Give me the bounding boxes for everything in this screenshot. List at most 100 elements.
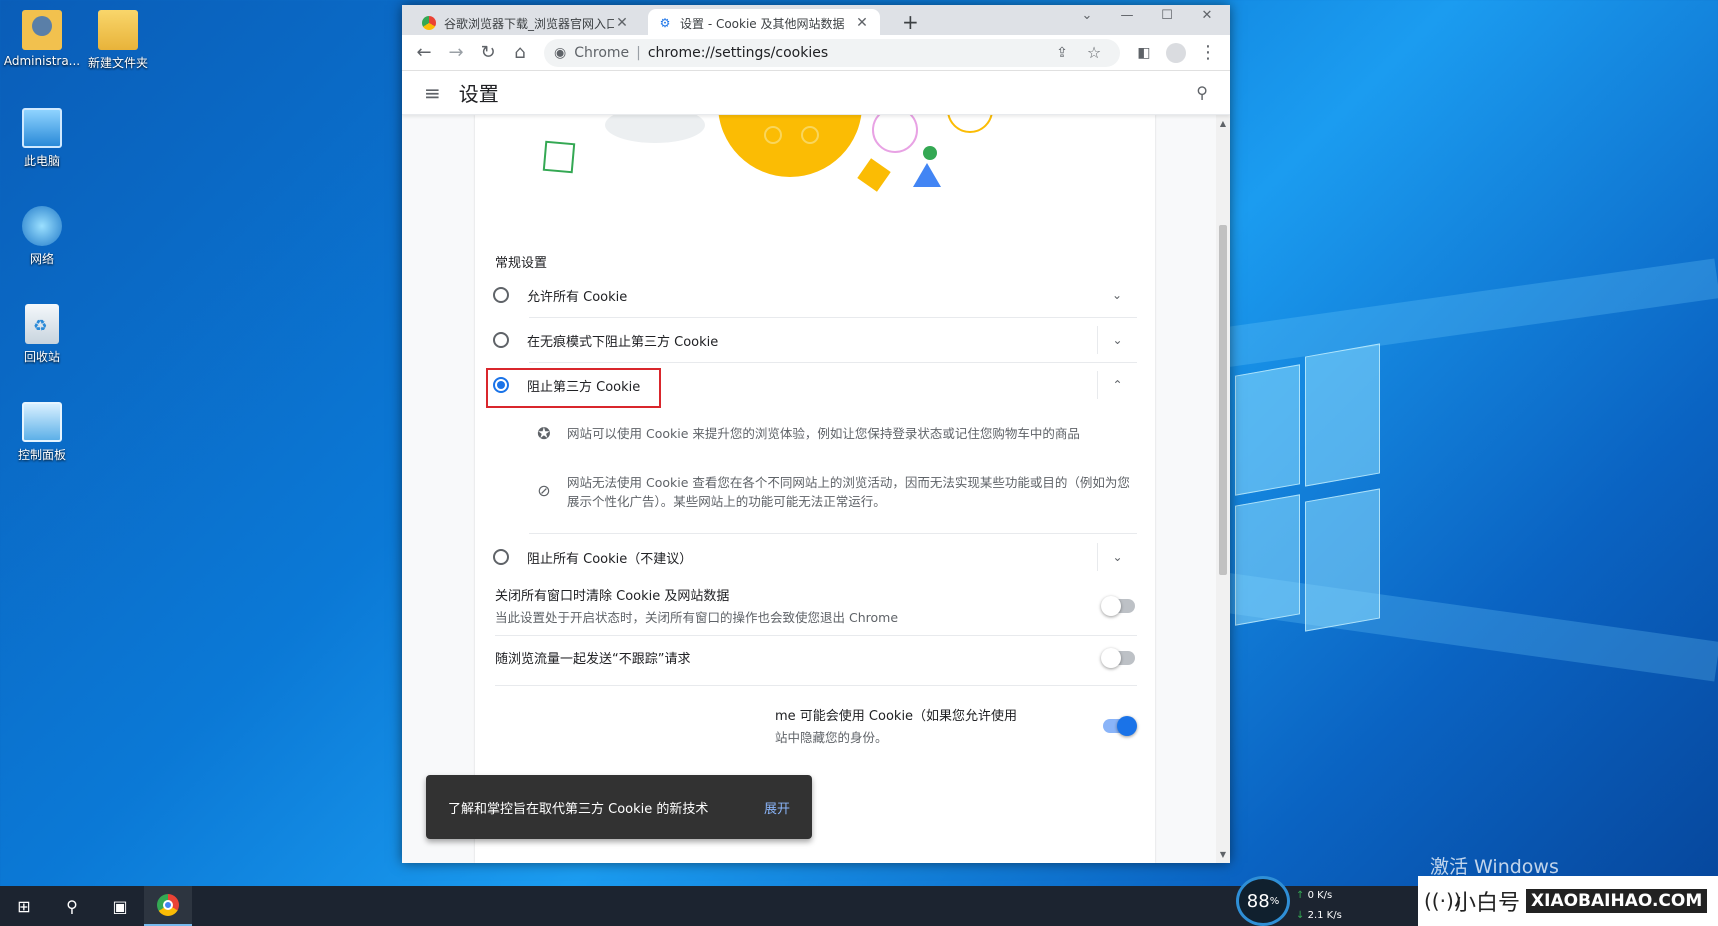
taskbar-chrome-icon[interactable] bbox=[144, 886, 192, 926]
recycle-bin-icon: ♻ bbox=[25, 304, 59, 344]
user-folder-icon bbox=[22, 10, 62, 50]
desktop-icon-label: 网络 bbox=[29, 252, 54, 266]
chrome-site-icon: ◉ bbox=[554, 44, 567, 61]
setting-title: 随浏览流量一起发送“不跟踪”请求 bbox=[495, 652, 691, 667]
toggle-partial-setting[interactable] bbox=[1103, 715, 1137, 736]
desktop-icon-control-panel[interactable]: 控制面板 bbox=[0, 402, 84, 463]
row-divider bbox=[529, 533, 1137, 534]
watermark-brand: ((·)) 小白号 XIAOBAIHAO.COM bbox=[1418, 876, 1718, 926]
maximize-button[interactable]: ☐ bbox=[1147, 8, 1187, 23]
red-highlight-box bbox=[486, 368, 661, 408]
desktop-icon-new-folder[interactable]: 新建文件夹 bbox=[76, 10, 160, 71]
option-block-all-cookies[interactable]: 阻止所有 Cookie（不建议） ⌄ bbox=[493, 535, 1137, 579]
site-chip: Chrome bbox=[574, 44, 630, 61]
home-icon[interactable]: ⌂ bbox=[504, 37, 536, 69]
desktop-icon-label: 此电脑 bbox=[23, 154, 60, 168]
chrome-icon bbox=[422, 16, 436, 30]
side-panel-icon[interactable]: ◧ bbox=[1128, 37, 1160, 69]
row-divider bbox=[495, 685, 1137, 686]
toggle-do-not-track[interactable] bbox=[1101, 647, 1135, 668]
chevron-down-icon[interactable]: ⌄ bbox=[1097, 543, 1137, 571]
scroll-down-arrow-icon[interactable]: ▼ bbox=[1216, 850, 1230, 859]
desktop-icon-network[interactable]: 网络 bbox=[0, 206, 84, 267]
option-allow-all-cookies[interactable]: 允许所有 Cookie ⌄ bbox=[493, 273, 1137, 317]
setting-description: 站中隐藏您的身份。 bbox=[775, 730, 888, 745]
scrollbar-thumb[interactable] bbox=[1219, 225, 1227, 575]
desktop-icon-label: 控制面板 bbox=[17, 448, 66, 462]
activate-windows-watermark: 激活 Windows bbox=[1430, 856, 1559, 878]
row-divider bbox=[495, 635, 1137, 636]
cpu-unit: % bbox=[1269, 895, 1280, 907]
option-label: 允许所有 Cookie bbox=[527, 289, 628, 305]
tab-search-icon[interactable]: ⌄ bbox=[1067, 8, 1107, 23]
tab-chrome-download[interactable]: 谷歌浏览器下载_浏览器官网入口 ✕ bbox=[412, 9, 640, 37]
setting-clear-on-exit: 关闭所有窗口时清除 Cookie 及网站数据 当此设置处于开启状态时，关闭所有窗… bbox=[495, 585, 1135, 626]
desktop-icon-administrator[interactable]: Administra... bbox=[0, 10, 84, 68]
tab-title: 设置 - Cookie 及其他网站数据 bbox=[680, 16, 845, 31]
folder-icon bbox=[98, 10, 138, 50]
control-panel-icon bbox=[22, 402, 62, 442]
windows-start-icon[interactable]: ⊞ bbox=[0, 886, 48, 926]
network-icon bbox=[22, 206, 62, 246]
setting-title: 关闭所有窗口时清除 Cookie 及网站数据 bbox=[495, 589, 730, 604]
network-monitor-widget[interactable]: 88% ↑ 0 K/s ↓ 2.1 K/s bbox=[1236, 876, 1356, 926]
cookie-settings-card: 常规设置 允许所有 Cookie ⌄ 在无痕模式下阻止第三方 Cookie ⌄ … bbox=[475, 115, 1155, 863]
new-tab-button[interactable]: + bbox=[902, 10, 919, 34]
scroll-up-arrow-icon[interactable]: ▲ bbox=[1216, 119, 1230, 128]
hamburger-menu-icon[interactable]: ≡ bbox=[424, 81, 441, 105]
desktop-icon-this-pc[interactable]: 此电脑 bbox=[0, 108, 84, 169]
tab-title: 谷歌浏览器下载_浏览器官网入口 bbox=[444, 16, 614, 31]
omnibox-separator: | bbox=[636, 44, 641, 61]
tab-strip: 谷歌浏览器下载_浏览器官网入口 ✕ ⚙ 设置 - Cookie 及其他网站数据 … bbox=[402, 5, 1230, 37]
windows-logo-wallpaper bbox=[1235, 343, 1385, 650]
computer-icon bbox=[22, 108, 62, 148]
chevron-up-icon[interactable]: ⌃ bbox=[1097, 371, 1137, 399]
bookmark-star-icon[interactable]: ☆ bbox=[1078, 37, 1110, 69]
forward-icon[interactable]: → bbox=[440, 37, 472, 69]
option-block-third-party-incognito[interactable]: 在无痕模式下阻止第三方 Cookie ⌄ bbox=[493, 318, 1137, 362]
browser-toolbar: ← → ↻ ⌂ ◉ Chrome | chrome://settings/coo… bbox=[402, 35, 1230, 71]
search-icon[interactable]: ⚲ bbox=[1196, 83, 1208, 102]
brand-url: XIAOBAIHAO.COM bbox=[1526, 889, 1708, 913]
chrome-window: 谷歌浏览器下载_浏览器官网入口 ✕ ⚙ 设置 - Cookie 及其他网站数据 … bbox=[402, 5, 1230, 863]
upload-arrow-icon: ↑ bbox=[1296, 890, 1305, 901]
url-text: chrome://settings/cookies bbox=[647, 44, 829, 61]
snackbar-expand-button[interactable]: 展开 bbox=[764, 798, 790, 817]
radio-block-incognito[interactable] bbox=[493, 332, 509, 348]
privacy-sandbox-snackbar: 了解和掌控旨在取代第三方 Cookie 的新技术 展开 bbox=[426, 775, 812, 839]
search-icon[interactable]: ⚲ bbox=[48, 886, 96, 926]
download-arrow-icon: ↓ bbox=[1296, 910, 1305, 921]
close-tab-icon[interactable]: ✕ bbox=[614, 15, 630, 31]
cookie-icon: ✪ bbox=[537, 424, 551, 443]
more-menu-icon[interactable]: ⋮ bbox=[1192, 37, 1224, 69]
radio-block-all[interactable] bbox=[493, 549, 509, 565]
setting-title: me 可能会使用 Cookie（如果您允许使用 bbox=[775, 709, 1018, 724]
address-bar[interactable]: ◉ Chrome | chrome://settings/cookies ⇪ ☆ bbox=[544, 37, 1120, 69]
tab-settings-cookies[interactable]: ⚙ 设置 - Cookie 及其他网站数据 ✕ bbox=[648, 9, 880, 37]
snackbar-message: 了解和掌控旨在取代第三方 Cookie 的新技术 bbox=[448, 801, 709, 817]
profile-avatar-icon[interactable] bbox=[1160, 37, 1192, 69]
desktop-icon-label: 回收站 bbox=[23, 350, 60, 364]
radio-allow-all[interactable] bbox=[493, 287, 509, 303]
page-scrollbar[interactable]: ▲ ▼ bbox=[1216, 115, 1230, 863]
download-speed: 2.1 K/s bbox=[1307, 910, 1342, 921]
option-label: 在无痕模式下阻止第三方 Cookie bbox=[527, 334, 719, 350]
desktop-icon-recycle-bin[interactable]: ♻ 回收站 bbox=[0, 304, 84, 365]
gear-icon: ⚙ bbox=[659, 16, 671, 30]
broadcast-icon: ((·)) bbox=[1424, 889, 1462, 913]
chevron-down-icon[interactable]: ⌄ bbox=[1097, 326, 1137, 354]
toggle-clear-on-exit[interactable] bbox=[1101, 595, 1135, 616]
reload-icon[interactable]: ↻ bbox=[472, 37, 504, 69]
detail-cross-site-blocked: ⊘ 网站无法使用 Cookie 查看您在各个不同网站上的浏览活动，因而无法实现某… bbox=[531, 473, 1135, 511]
share-icon[interactable]: ⇪ bbox=[1046, 37, 1078, 69]
close-tab-icon[interactable]: ✕ bbox=[854, 15, 870, 31]
detail-text: 网站可以使用 Cookie 来提升您的浏览体验，例如让您保持登录状态或记住您购物… bbox=[567, 426, 1080, 441]
setting-partial-hidden: me 可能会使用 Cookie（如果您允许使用 站中隐藏您的身份。 bbox=[775, 705, 1137, 746]
option-label: 阻止所有 Cookie（不建议） bbox=[527, 551, 693, 567]
task-view-icon[interactable]: ▣ bbox=[96, 886, 144, 926]
chevron-down-icon[interactable]: ⌄ bbox=[1097, 281, 1137, 309]
minimize-button[interactable]: — bbox=[1107, 8, 1147, 23]
back-icon[interactable]: ← bbox=[408, 37, 440, 69]
settings-header: ≡ 设置 ⚲ bbox=[402, 71, 1230, 115]
close-window-button[interactable]: ✕ bbox=[1187, 8, 1227, 23]
